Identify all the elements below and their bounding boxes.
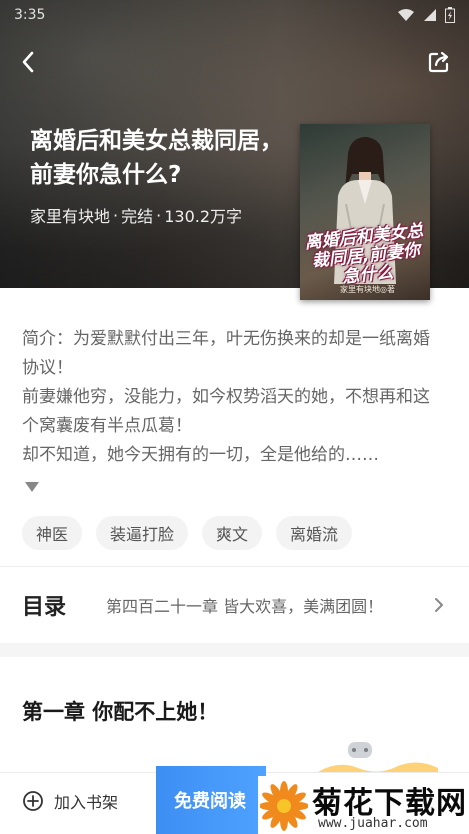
book-meta: 家里有块地 · 完结 · 130.2万字 (30, 203, 242, 227)
book-cover[interactable]: 离婚后和美女总裁同居,前妻你急什么 家里有块地◎著 (300, 124, 430, 300)
tag-chip[interactable]: 离婚流 (276, 516, 353, 550)
share-button[interactable] (425, 48, 453, 76)
section-divider (0, 643, 469, 657)
add-to-bookshelf-button[interactable]: 加入书架 (22, 789, 118, 813)
status-bar: 3:35 (0, 0, 469, 30)
site-watermark: 菊花下载网 www.juahar.com (258, 776, 469, 834)
synopsis-line: 却不知道，她今天拥有的一切，全是他给的…… (22, 445, 379, 465)
chevron-left-icon (22, 51, 34, 73)
book-author: 家里有块地 (30, 207, 111, 226)
free-read-label: 免费阅读 (174, 791, 246, 812)
free-read-button[interactable]: 免费阅读 (156, 766, 266, 834)
cover-title-text: 离婚后和美女总裁同居,前妻你急什么 (303, 220, 425, 288)
tag-list: 神医 装逼打脸 爽文 离婚流 (22, 516, 353, 550)
toc-label: 目录 (22, 595, 67, 620)
status-icons (397, 7, 455, 23)
watermark-url: www.juahar.com (318, 816, 428, 831)
tag-chip[interactable]: 神医 (22, 516, 83, 550)
chevron-right-icon (435, 598, 443, 612)
synopsis-line: 前妻嫌他穷，没能力，如今权势滔天的她，不想再和这个窝囊废有半点瓜葛！ (22, 387, 430, 436)
status-time: 3:35 (14, 7, 46, 23)
book-synopsis: 简介：为爱默默付出三年，叶无伤换来的却是一纸离婚协议！ 前妻嫌他穷，没能力，如今… (22, 325, 446, 470)
tag-chip[interactable]: 装逼打脸 (96, 516, 189, 550)
book-word-count: 130.2万字 (164, 207, 243, 226)
meta-separator: · (156, 205, 162, 225)
meta-separator: · (113, 205, 119, 225)
share-icon (428, 51, 449, 73)
back-button[interactable] (14, 48, 42, 76)
plus-circle-icon (23, 791, 43, 811)
book-status: 完结 (121, 207, 154, 226)
signal-icon (424, 9, 436, 21)
chrysanthemum-logo-icon (260, 781, 308, 831)
synopsis-line: 简介：为爱默默付出三年，叶无伤换来的却是一纸离婚协议！ (22, 329, 430, 378)
cover-author-text: 家里有块地◎著 (340, 285, 395, 294)
triangle-down-icon (25, 482, 39, 492)
chapter-title: 第一章 你配不上她！ (22, 700, 219, 724)
tag-chip[interactable]: 爽文 (202, 516, 263, 550)
book-title: 离婚后和美女总裁同居，前妻你急什么? (30, 128, 283, 188)
gamepad-icon (318, 742, 438, 776)
table-of-contents-row[interactable]: 目录 第四百二十一章 皆大欢喜，美满团圆！ (0, 567, 469, 643)
expand-synopsis-button[interactable] (24, 479, 42, 497)
add-to-bookshelf-label: 加入书架 (54, 793, 119, 812)
wifi-icon (398, 9, 414, 21)
battery-icon (445, 7, 455, 23)
latest-chapter: 第四百二十一章 皆大欢喜，美满团圆！ (106, 597, 384, 616)
